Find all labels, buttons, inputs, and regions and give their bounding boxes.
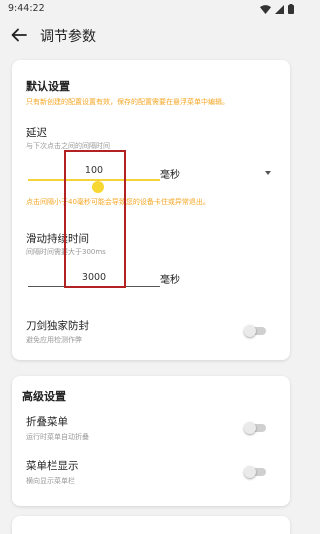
menubar-display-toggle[interactable] (244, 466, 266, 478)
status-time: 9:44:22 (8, 3, 45, 14)
page-title: 调节参数 (40, 29, 96, 45)
signal-icon (275, 4, 284, 14)
advanced-settings-title: 高级设置 (22, 390, 66, 403)
next-settings-card (12, 516, 290, 534)
default-settings-note: 只有新创建的配置设置有效，保存的配置需要在悬浮菜单中编辑。 (26, 98, 229, 106)
toggle-knob (244, 466, 256, 478)
anti-detect-label: 刀剑独家防封 (26, 320, 89, 332)
anti-detect-description: 避免应用检测作弊 (26, 336, 82, 344)
menubar-display-label: 菜单栏显示 (26, 460, 79, 472)
swipe-duration-unit: 毫秒 (160, 275, 180, 286)
wifi-icon (260, 4, 271, 14)
toggle-knob (244, 325, 256, 337)
status-icons (260, 4, 294, 14)
arrow-left-icon[interactable] (10, 26, 28, 44)
fold-menu-label: 折叠菜单 (26, 416, 68, 428)
delay-label: 延迟 (26, 127, 47, 139)
delay-unit: 毫秒 (160, 170, 180, 181)
menubar-display-description: 横向显示菜单栏 (26, 477, 75, 485)
default-settings-card: 默认设置 只有新创建的配置设置有效，保存的配置需要在悬浮菜单中编辑。 延迟 与下… (12, 60, 290, 360)
advanced-settings-card: 高级设置 折叠菜单 运行时菜单自动折叠 菜单栏显示 横向显示菜单栏 (12, 376, 290, 506)
highlight-box (64, 150, 126, 288)
status-bar: 9:44:22 (0, 0, 300, 18)
battery-icon (288, 4, 294, 14)
anti-detect-toggle[interactable] (244, 325, 266, 337)
chevron-down-icon[interactable] (265, 171, 271, 175)
toggle-knob (244, 422, 256, 434)
app-bar: 调节参数 (0, 20, 300, 50)
default-settings-title: 默认设置 (26, 80, 70, 93)
fold-menu-description: 运行时菜单自动折叠 (26, 433, 89, 441)
fold-menu-toggle[interactable] (244, 422, 266, 434)
